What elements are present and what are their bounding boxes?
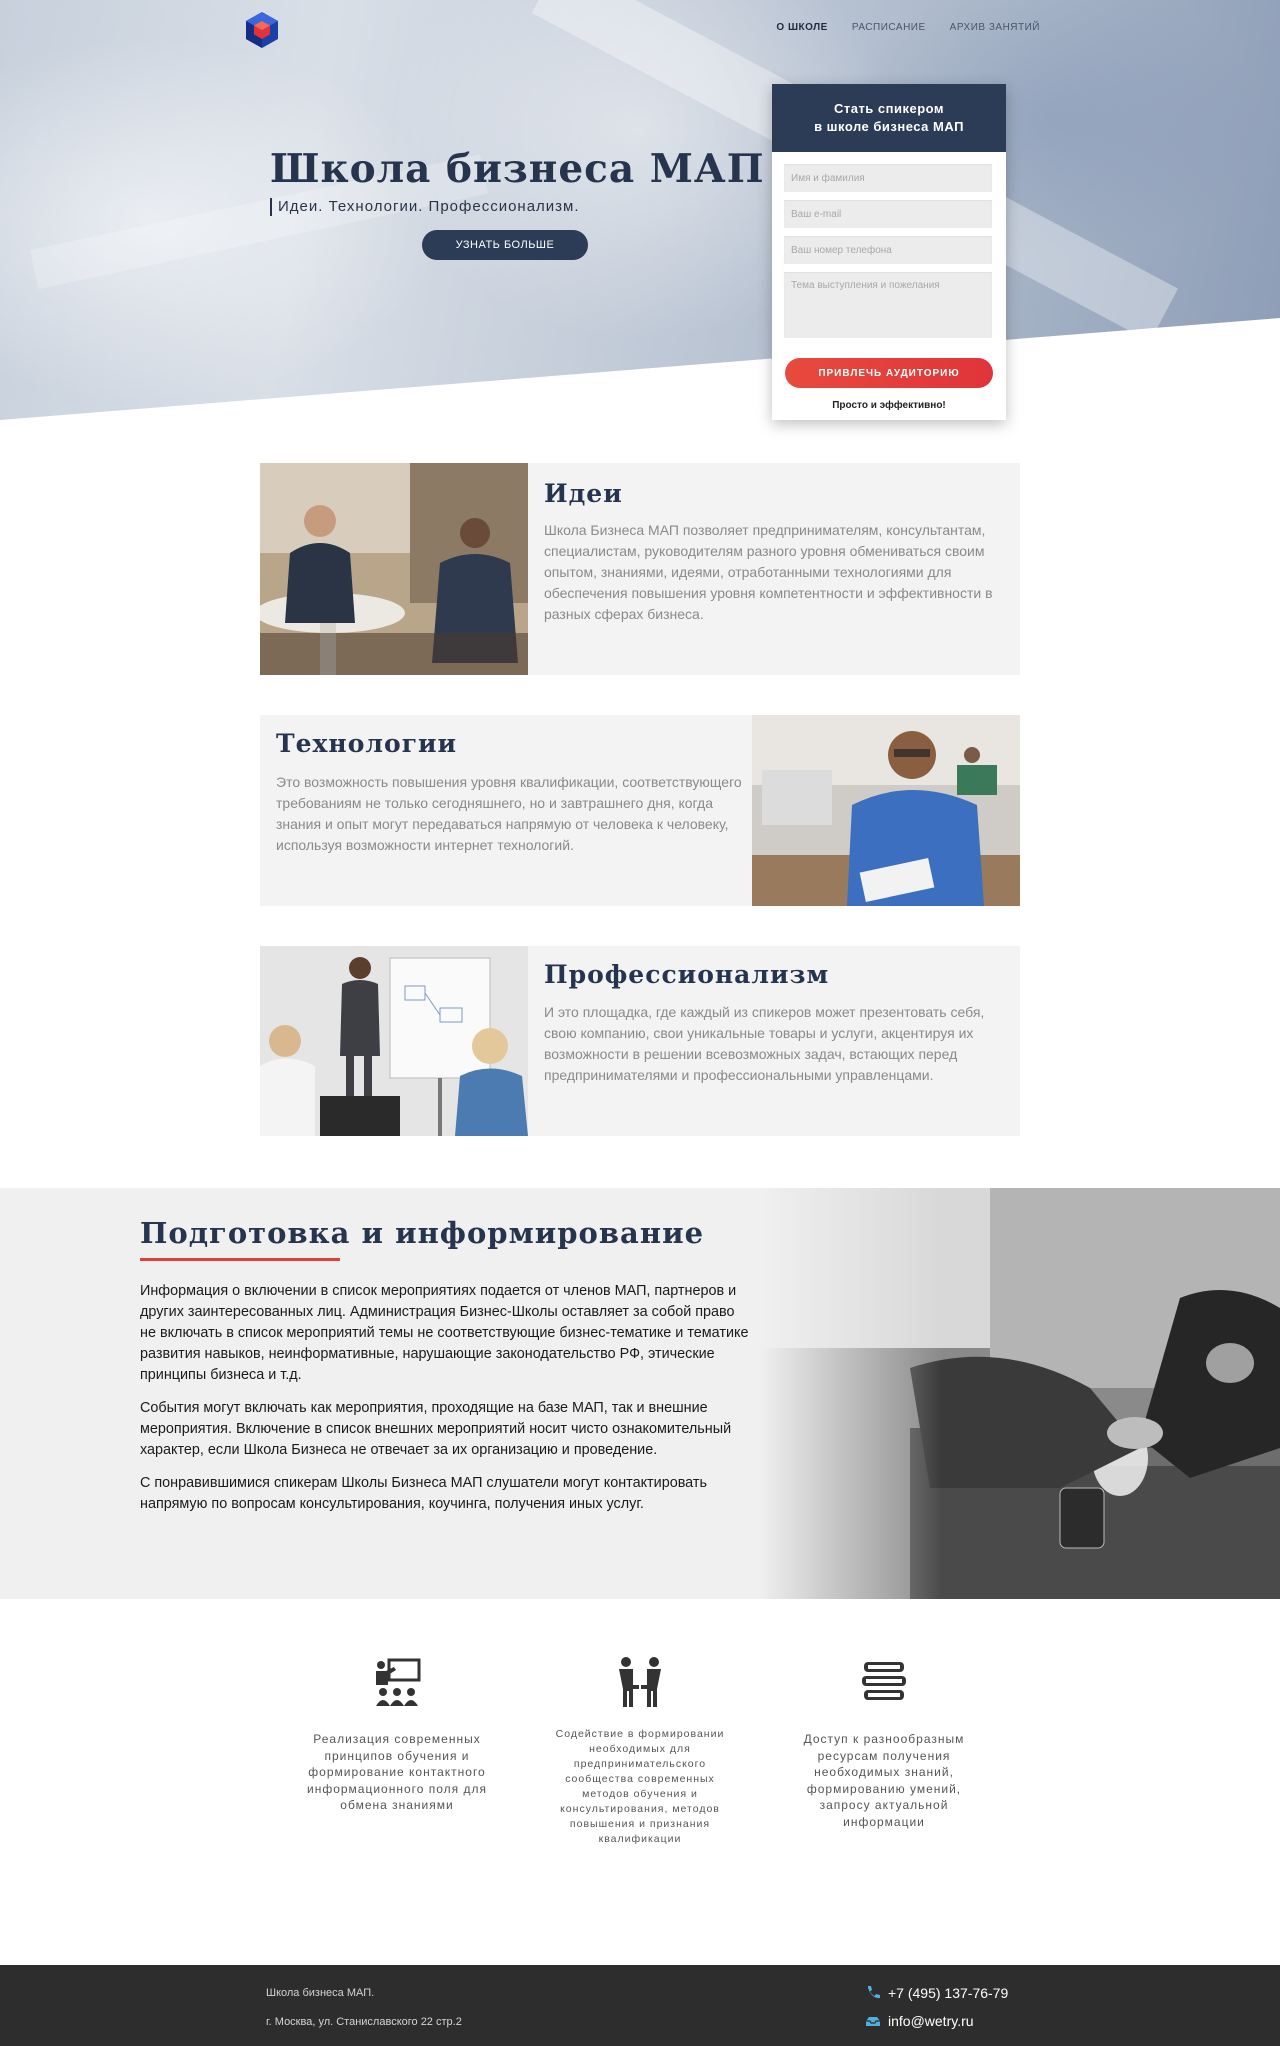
info-paragraph: С понравившимися спикерам Школы Бизнеса … — [140, 1475, 707, 1512]
feature-text-resources: Доступ к разнообразным ресурсам получени… — [803, 1732, 965, 1829]
footer-address: г. Москва, ул. Станиславского 22 стр.2 — [266, 2016, 462, 2028]
footer: Школа бизнеса МАП. г. Москва, ул. Станис… — [0, 1965, 1280, 2046]
feature-card-professionalism: Профессионализм И это площадка, где кажд… — [260, 946, 1020, 1136]
feature-learning: Реализация современных принципов обучени… — [297, 1656, 497, 1814]
hero-section — [0, 0, 1280, 420]
info-text: Информация о включении в список мероприя… — [140, 1281, 750, 1527]
card-text-professionalism: И это площадка, где каждый из спикеров м… — [544, 1004, 985, 1083]
form-heading-line2: в школе бизнеса МАП — [814, 119, 964, 134]
form-heading: Стать спикером в школе бизнеса МАП — [772, 84, 1006, 152]
professionalism-photo-presentation — [260, 946, 528, 1136]
form-heading-line1: Стать спикером — [833, 101, 945, 116]
phone-icon — [868, 1986, 880, 1999]
presentation-icon — [376, 1658, 421, 1706]
footer-phone[interactable]: +7 (495) 137-76-79 — [864, 1984, 1008, 2002]
hero-diagonal-cut — [0, 318, 1280, 420]
card-text-technology: Это возможность повышения уровня квалифи… — [276, 774, 742, 853]
learn-more-button[interactable]: УЗНАТЬ БОЛЬШЕ — [422, 230, 588, 260]
info-paragraph: Информация о включении в список мероприя… — [140, 1283, 749, 1383]
books-icon — [862, 1662, 906, 1700]
nav-item-about[interactable]: О ШКОЛЕ — [776, 22, 827, 33]
info-title-underline — [140, 1258, 340, 1261]
info-title: Подготовка и информирование — [140, 1216, 705, 1250]
feature-methods: Содействие в формировании необходимых дл… — [540, 1656, 740, 1847]
email-field[interactable]: Ваш e-mail — [784, 200, 992, 228]
topic-textarea[interactable]: Тема выступления и пожелания — [784, 272, 992, 338]
info-section: Подготовка и информирование Информация о… — [0, 1188, 1280, 1599]
feature-text-methods: Содействие в формировании необходимых дл… — [555, 1728, 725, 1845]
phone-field[interactable]: Ваш номер телефона — [784, 236, 992, 264]
name-field[interactable]: Имя и фамилия — [784, 164, 992, 192]
logo-cube-icon[interactable] — [242, 10, 282, 50]
feature-card-technology: Технологии Это возможность повышения уро… — [260, 715, 1020, 906]
card-text-ideas: Школа Бизнеса МАП позволяет предпринимат… — [544, 522, 993, 622]
mail-icon — [866, 2017, 880, 2026]
main-nav: О ШКОЛЕ РАСПИСАНИЕ АРХИВ ЗАНЯТИЙ — [776, 22, 1040, 33]
ideas-photo-meeting — [260, 463, 528, 675]
footer-phone-text[interactable]: +7 (495) 137-76-79 — [888, 1985, 1008, 2001]
handshake-photo — [760, 1188, 1280, 1599]
hero-title: Школа бизнеса МАП — [270, 146, 765, 192]
nav-item-archive[interactable]: АРХИВ ЗАНЯТИЙ — [950, 22, 1040, 33]
technology-photo-student — [752, 715, 1020, 906]
speaker-signup-form: Стать спикером в школе бизнеса МАП Имя и… — [772, 84, 1006, 420]
nav-item-schedule[interactable]: РАСПИСАНИЕ — [852, 22, 926, 33]
card-title-professionalism: Профессионализм — [544, 960, 830, 989]
footer-company-name: Школа бизнеса МАП. — [266, 1987, 375, 1999]
handshake-icon — [619, 1657, 661, 1707]
card-title-ideas: Идеи — [544, 479, 623, 508]
attract-audience-button[interactable]: ПРИВЛЕЧЬ АУДИТОРИЮ — [785, 358, 993, 388]
footer-email-text[interactable]: info@wetry.ru — [888, 2013, 974, 2029]
feature-card-ideas: Идеи Школа Бизнеса МАП позволяет предпри… — [260, 463, 1020, 675]
hero-subtitle: Идеи. Технологии. Профессионализм. — [270, 198, 580, 216]
footer-email[interactable]: info@wetry.ru — [864, 2012, 974, 2030]
info-paragraph: События могут включать как мероприятия, … — [140, 1400, 732, 1458]
card-title-technology: Технологии — [276, 729, 458, 758]
form-note: Просто и эффективно! — [832, 400, 946, 411]
feature-text-learning: Реализация современных принципов обучени… — [306, 1732, 488, 1812]
feature-resources: Доступ к разнообразным ресурсам получени… — [784, 1656, 984, 1830]
